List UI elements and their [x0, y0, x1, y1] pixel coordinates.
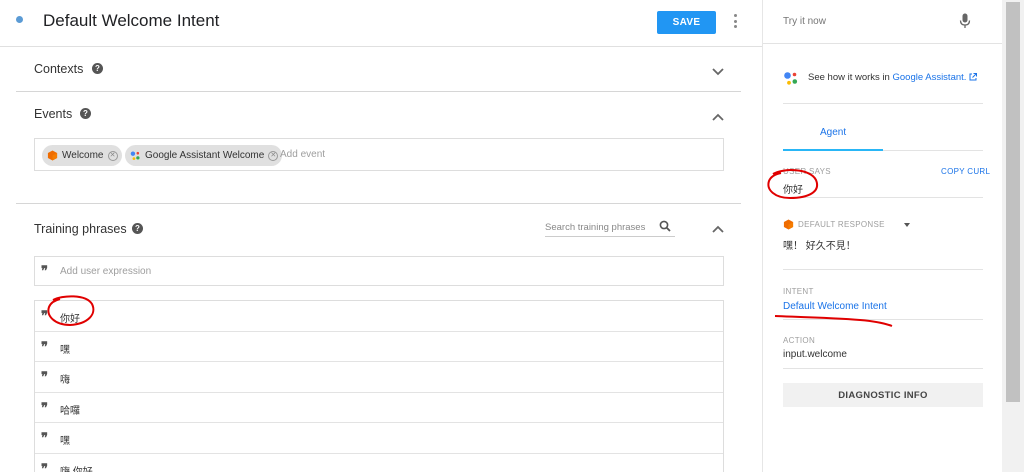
dialogflow-icon — [47, 150, 58, 161]
divider — [783, 103, 983, 104]
events-title: Events — [34, 107, 73, 121]
training-phrase-text[interactable]: 嘿 — [60, 432, 70, 447]
training-phrase-text[interactable]: 嗨 你好 — [60, 463, 93, 472]
divider — [783, 368, 983, 369]
training-phrase-text[interactable]: 你好 — [60, 310, 80, 325]
training-phrases-list: ❞ 你好 ❞ 嘿 ❞ 嗨 ❞ 哈囉 ❞ 嘿 ❞ 嗨 你好 — [34, 300, 724, 472]
save-button[interactable]: SAVE — [657, 11, 716, 34]
divider — [16, 203, 741, 204]
training-phrase-row[interactable]: ❞ 你好 — [35, 301, 723, 332]
divider — [783, 269, 983, 270]
intent-link[interactable]: Default Welcome Intent — [783, 301, 887, 312]
copy-curl-button[interactable]: COPY CURL — [941, 167, 990, 176]
event-chip-label: Welcome — [62, 150, 104, 161]
tab-agent-underline — [783, 149, 883, 151]
quote-icon: ❞ — [41, 309, 48, 324]
add-user-expression-input[interactable]: ❞ Add user expression — [34, 256, 724, 286]
event-chip-google-assistant-welcome[interactable]: Google Assistant Welcome ✕ — [125, 145, 283, 166]
default-response-value: 嘿！ 好久不見！ — [783, 241, 856, 252]
quote-icon: ❞ — [41, 431, 48, 446]
quote-icon: ❞ — [41, 400, 48, 416]
see-how-prefix: See how it works in — [808, 72, 893, 83]
events-help-icon[interactable]: ? — [80, 108, 91, 119]
see-how-it-works-text: See how it works in Google Assistant. — [808, 72, 978, 83]
default-response-label: DEFAULT RESPONSE — [798, 220, 885, 229]
intent-title[interactable]: Default Welcome Intent — [43, 11, 219, 31]
training-chevron-up-icon[interactable] — [711, 222, 725, 236]
quote-icon: ❞ — [41, 339, 48, 355]
add-event-input[interactable]: Add event — [280, 149, 325, 160]
divider — [763, 43, 1003, 44]
diagnostic-info-button[interactable]: DIAGNOSTIC INFO — [783, 383, 983, 407]
divider — [883, 150, 983, 151]
training-phrases-title: Training phrases — [34, 222, 127, 236]
quote-icon: ❞ — [41, 461, 48, 472]
add-user-expression-placeholder: Add user expression — [60, 266, 152, 277]
training-phrase-row[interactable]: ❞ 嗨 — [35, 362, 723, 393]
scrollbar-thumb[interactable] — [1006, 2, 1020, 402]
divider — [783, 197, 983, 198]
user-says-value: 你好 — [783, 185, 803, 196]
remove-chip-icon[interactable]: ✕ — [268, 150, 279, 161]
contexts-help-icon[interactable]: ? — [92, 63, 103, 74]
vertical-scrollbar[interactable] — [1002, 0, 1024, 472]
training-phrase-row[interactable]: ❞ 嘿 — [35, 423, 723, 454]
microphone-icon[interactable] — [959, 13, 971, 29]
search-icon[interactable] — [659, 220, 671, 232]
intent-status-dot — [16, 16, 23, 23]
training-phrase-row[interactable]: ❞ 嗨 你好 — [35, 454, 723, 472]
action-label: ACTION — [783, 336, 816, 345]
event-chip-label: Google Assistant Welcome — [145, 150, 265, 161]
intent-editor: Default Welcome Intent SAVE Contexts ? E… — [0, 0, 762, 472]
training-phrase-text[interactable]: 嗨 — [60, 371, 70, 386]
try-it-now-panel: Try it now See how it works in Google As… — [762, 0, 1003, 472]
contexts-title: Contexts — [34, 62, 84, 76]
events-input[interactable]: Welcome ✕ Google Assistant Welcome ✕ Add… — [34, 138, 724, 171]
search-training-phrases-input[interactable]: Search training phrases — [545, 220, 675, 237]
try-it-now-input[interactable]: Try it now — [783, 16, 826, 27]
divider — [783, 319, 983, 320]
events-chevron-up-icon[interactable] — [711, 110, 725, 124]
more-options-icon[interactable] — [731, 14, 739, 28]
tab-agent[interactable]: Agent — [820, 127, 846, 138]
training-phrase-text[interactable]: 嘿 — [60, 341, 70, 356]
contexts-chevron-down-icon[interactable] — [711, 65, 725, 79]
google-assistant-link[interactable]: Google Assistant. — [892, 72, 966, 83]
quote-icon: ❞ — [41, 370, 48, 385]
google-assistant-icon — [130, 151, 140, 160]
event-chip-welcome[interactable]: Welcome ✕ — [42, 145, 122, 166]
training-help-icon[interactable]: ? — [132, 223, 143, 234]
google-assistant-logo-icon — [784, 72, 798, 85]
external-link-icon[interactable] — [969, 73, 978, 81]
intent-header: Default Welcome Intent SAVE — [0, 0, 762, 47]
chevron-down-icon[interactable] — [904, 223, 910, 227]
training-phrase-row[interactable]: ❞ 嘿 — [35, 332, 723, 362]
dialogflow-icon — [783, 219, 794, 230]
quote-icon: ❞ — [41, 264, 48, 279]
intent-label: INTENT — [783, 287, 814, 296]
user-says-label: USER SAYS — [783, 167, 831, 176]
divider — [16, 91, 741, 92]
action-value: input.welcome — [783, 349, 847, 360]
training-phrase-text[interactable]: 哈囉 — [60, 402, 80, 417]
training-phrase-row[interactable]: ❞ 哈囉 — [35, 393, 723, 423]
remove-chip-icon[interactable]: ✕ — [107, 150, 118, 161]
